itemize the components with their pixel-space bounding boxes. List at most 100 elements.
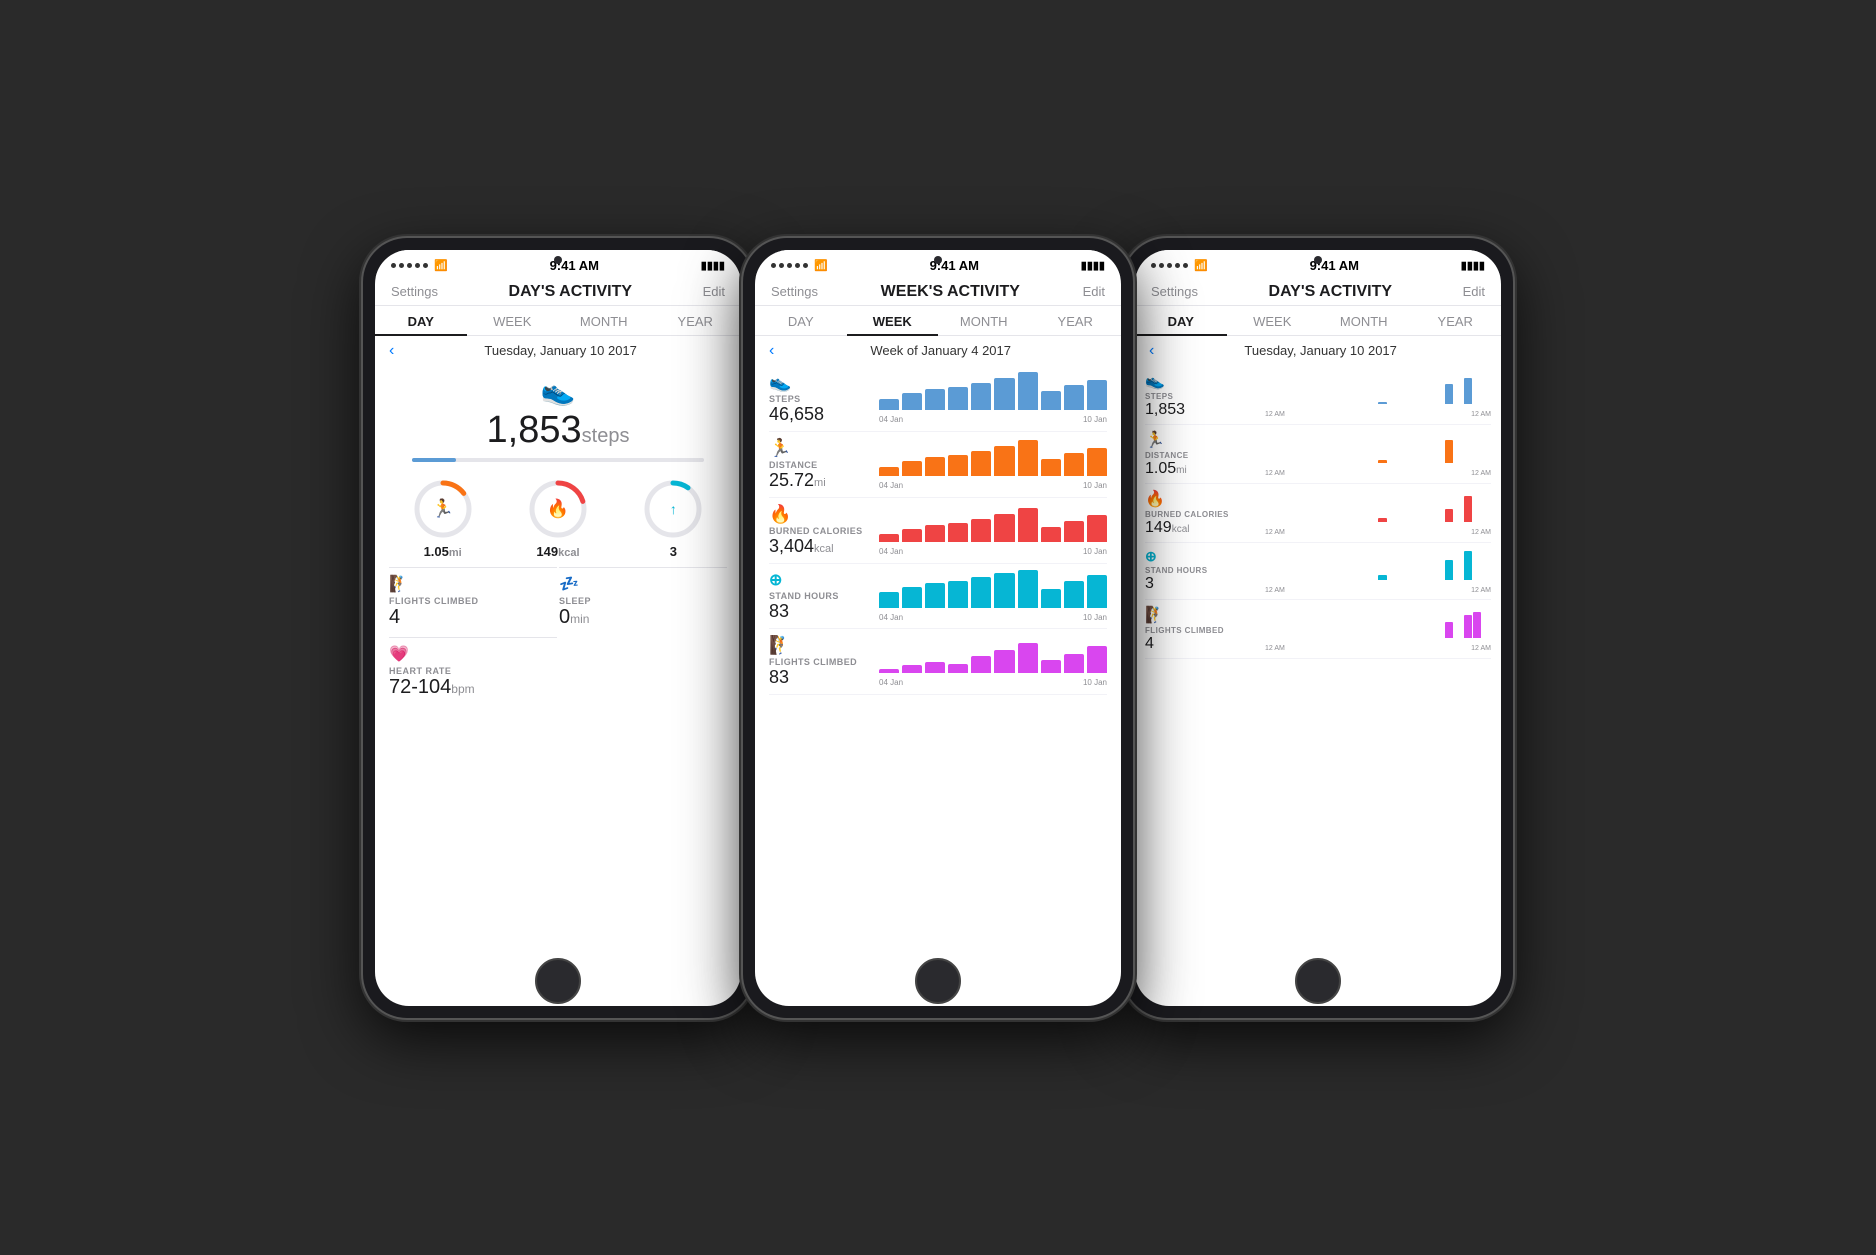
steps-label-3: STEPS <box>1145 392 1265 401</box>
stand-label-3: STAND HOURS <box>1145 566 1265 575</box>
tab-week-3[interactable]: WEEK <box>1227 306 1319 335</box>
stand-circle-1: ↑ 3 <box>642 478 704 559</box>
steps-value-2: 46,658 <box>769 404 879 425</box>
chart-bar <box>925 457 945 476</box>
week-row-flights: 🧗 FLIGHTS CLIMBED 83 <box>769 629 1107 695</box>
stand-value-3: 3 <box>1145 575 1265 593</box>
flights-value-3: 4 <box>1145 635 1265 653</box>
day-bar <box>1473 612 1481 638</box>
chart-bar <box>1018 570 1038 608</box>
chart-dates-distance-3: 12 AM12 AM <box>1265 470 1491 477</box>
signal-area-1: 📶 <box>391 259 448 272</box>
calories-icon-1: 🔥 <box>547 498 569 519</box>
chart-bar <box>971 656 991 673</box>
chart-bar <box>925 662 945 673</box>
tab-week-2[interactable]: WEEK <box>847 306 939 335</box>
chart-bar <box>1018 643 1038 673</box>
day-bar <box>1445 560 1453 579</box>
distance-chart-2: 04 Jan10 Jan <box>879 438 1107 490</box>
chart-bar <box>1064 385 1084 410</box>
distance-left-3: 🏃 DISTANCE 1.05mi <box>1145 430 1265 478</box>
settings-btn-1[interactable]: Settings <box>391 284 438 299</box>
tab-day-1[interactable]: DAY <box>375 306 467 335</box>
chart-dates-calories: 04 Jan10 Jan <box>879 547 1107 556</box>
distance-label-3: DISTANCE <box>1145 451 1265 460</box>
chart-bar <box>902 393 922 410</box>
calories-label-2: BURNED CALORIES <box>769 526 879 536</box>
header-title-3: DAY'S ACTIVITY <box>1269 283 1393 301</box>
day-bar <box>1445 384 1453 403</box>
chart-dates-flights: 04 Jan10 Jan <box>879 678 1107 687</box>
settings-btn-2[interactable]: Settings <box>771 284 818 299</box>
header-title-2: WEEK'S ACTIVITY <box>881 283 1020 301</box>
time-2: 9:41 AM <box>930 258 979 273</box>
battery-1: ▮▮▮▮ <box>701 259 725 272</box>
distance-left-2: 🏃 DISTANCE 25.72mi <box>769 438 879 491</box>
week-row-calories: 🔥 BURNED CALORIES 3,404kcal <box>769 498 1107 564</box>
date-text-1: Tuesday, January 10 2017 <box>394 343 727 358</box>
chart-bar <box>1018 372 1038 410</box>
day-bar <box>1445 440 1453 462</box>
distance-value-3: 1.05mi <box>1145 460 1265 478</box>
tab-year-3[interactable]: YEAR <box>1410 306 1502 335</box>
stand-icon-1: ↑ <box>670 501 677 517</box>
settings-btn-3[interactable]: Settings <box>1151 284 1198 299</box>
calories-circle-1: 🔥 149kcal <box>527 478 589 559</box>
tab-year-2[interactable]: YEAR <box>1030 306 1122 335</box>
chart-bar <box>994 650 1014 673</box>
distance-ring-1: 🏃 <box>412 478 474 540</box>
distance-icon-2: 🏃 <box>769 438 879 459</box>
tab-day-3[interactable]: DAY <box>1135 306 1227 335</box>
chart-bar <box>1064 654 1084 673</box>
tabs-1: DAY WEEK MONTH YEAR <box>375 306 741 336</box>
app-header-3: Settings DAY'S ACTIVITY Edit <box>1135 277 1501 306</box>
steps-icon-3: 👟 <box>1145 371 1265 391</box>
steps-display-1: 1,853steps <box>487 409 630 452</box>
week-row-steps: 👟 STEPS 46,658 <box>769 366 1107 432</box>
week-list-2: 👟 STEPS 46,658 <box>755 366 1121 1006</box>
edit-btn-1[interactable]: Edit <box>703 284 725 299</box>
edit-btn-3[interactable]: Edit <box>1463 284 1485 299</box>
chart-bar <box>1041 527 1061 542</box>
tab-month-3[interactable]: MONTH <box>1318 306 1410 335</box>
distance-chart-3: 12 AM12 AM <box>1265 431 1491 477</box>
calories-label-3: BURNED CALORIES <box>1145 510 1265 519</box>
chart-dates-stand: 04 Jan10 Jan <box>879 613 1107 622</box>
distance-icon-3: 🏃 <box>1145 430 1265 450</box>
steps-progress-fill-1 <box>412 458 456 462</box>
date-text-2: Week of January 4 2017 <box>774 343 1107 358</box>
day-row-flights: 🧗 FLIGHTS CLIMBED 4 <box>1145 600 1491 659</box>
edit-btn-2[interactable]: Edit <box>1083 284 1105 299</box>
tab-day-2[interactable]: DAY <box>755 306 847 335</box>
distance-circle-1: 🏃 1.05mi <box>412 478 474 559</box>
flights-chart-3: 12 AM12 AM <box>1265 606 1491 652</box>
stand-value-2: 83 <box>769 601 879 622</box>
battery-3: ▮▮▮▮ <box>1461 259 1485 272</box>
sleep-icon-1: 💤 <box>559 574 727 594</box>
heart-icon-1: 💗 <box>389 644 557 664</box>
chart-dates-steps-3: 12 AM12 AM <box>1265 411 1491 418</box>
chart-bar <box>925 583 945 608</box>
steps-left-2: 👟 STEPS 46,658 <box>769 372 879 425</box>
chart-bar <box>1018 508 1038 542</box>
scroll-content-1: 👟 1,853steps <box>375 366 741 1006</box>
chart-bar <box>948 455 968 476</box>
calories-value-1: 149kcal <box>536 544 579 559</box>
steps-count-1: 1,853 <box>487 409 582 451</box>
steps-label-2: STEPS <box>769 394 879 404</box>
day-bar <box>1378 460 1386 462</box>
day-row-calories: 🔥 BURNED CALORIES 149kcal <box>1145 484 1491 543</box>
tab-week-1[interactable]: WEEK <box>467 306 559 335</box>
heart-item-1: 💗 HEART RATE 72-104bpm <box>389 637 557 705</box>
tab-month-2[interactable]: MONTH <box>938 306 1030 335</box>
tabs-2: DAY WEEK MONTH YEAR <box>755 306 1121 336</box>
day-row-distance: 🏃 DISTANCE 1.05mi <box>1145 425 1491 484</box>
tab-year-1[interactable]: YEAR <box>650 306 742 335</box>
chart-dates-stand-3: 12 AM12 AM <box>1265 587 1491 594</box>
day-bar <box>1378 402 1386 404</box>
calories-value-3: 149kcal <box>1145 519 1265 537</box>
calories-chart-3: 12 AM12 AM <box>1265 490 1491 536</box>
distance-value-2: 25.72mi <box>769 470 879 491</box>
distance-value-1: 1.05mi <box>424 544 462 559</box>
tab-month-1[interactable]: MONTH <box>558 306 650 335</box>
